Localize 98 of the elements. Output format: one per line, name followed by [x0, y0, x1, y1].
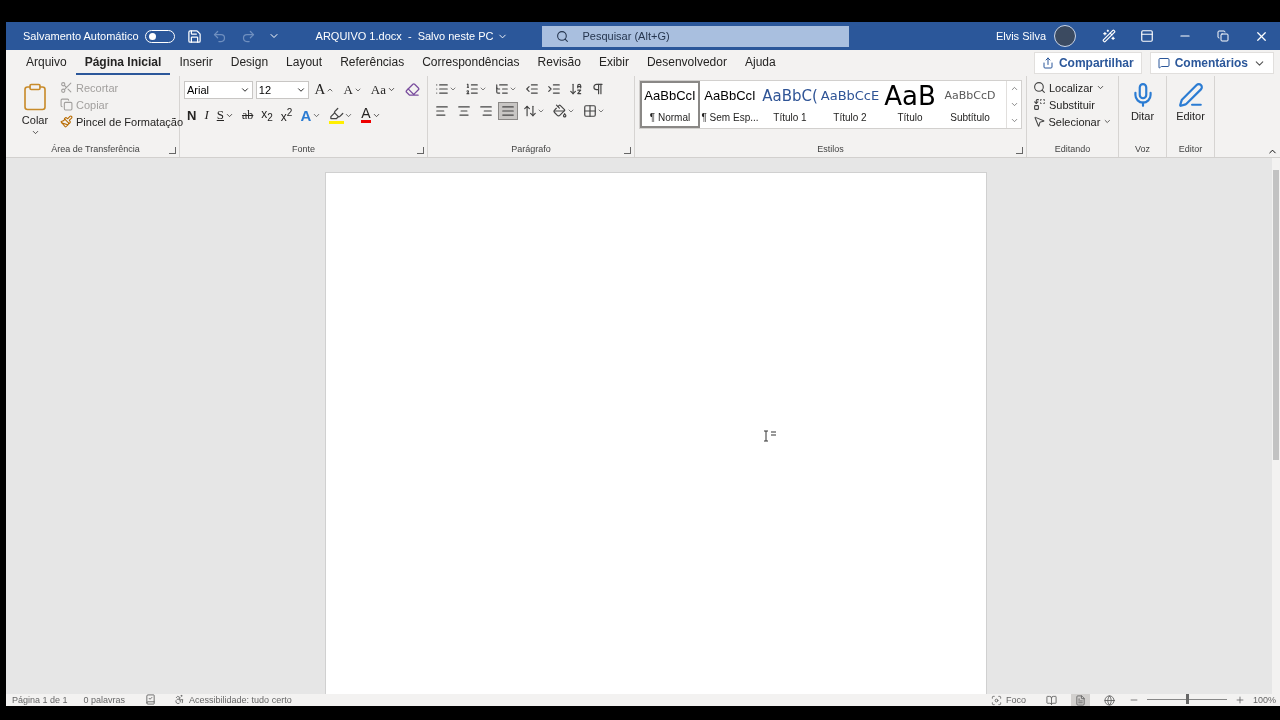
style-item[interactable]: AaBbCcI ¶ Normal — [640, 81, 700, 128]
shrink-font-button[interactable]: A — [340, 80, 365, 99]
group-title: Parágrafo — [511, 144, 551, 156]
zoom-in-icon — [1234, 695, 1245, 705]
underline-button[interactable]: S — [213, 106, 237, 124]
scissors-icon — [60, 81, 73, 94]
share-button[interactable]: Compartilhar — [1033, 52, 1142, 74]
decrease-indent-icon — [525, 82, 539, 96]
document-title[interactable]: ARQUIVO 1.docx - Salvo neste PC — [315, 30, 494, 42]
subscript-button[interactable]: x$_{2}$ — [258, 105, 276, 125]
group-title: Área de Transferência — [51, 144, 140, 156]
multilevel-list-icon — [495, 82, 509, 96]
pointer-icon — [1033, 115, 1046, 128]
group-title: Voz — [1135, 144, 1150, 156]
align-left-icon — [435, 104, 449, 118]
grow-font-button[interactable]: A — [311, 80, 338, 99]
font-size-field[interactable]: 12 — [255, 80, 309, 99]
caret-icon — [509, 85, 517, 93]
font-name-field[interactable]: Arial — [184, 80, 253, 99]
increase-indent-icon — [547, 82, 561, 96]
caret-icon — [1103, 117, 1112, 126]
paintbrush-icon — [60, 115, 73, 128]
caret-icon — [30, 128, 40, 137]
group-title: Editando — [1054, 144, 1091, 156]
ribbon-tab[interactable]: Correspondências — [413, 51, 529, 75]
font-color-button[interactable]: A — [358, 106, 384, 124]
ribbon-tab[interactable]: Ajuda — [735, 51, 785, 75]
ribbon-tab[interactable]: Exibir — [589, 51, 638, 75]
search-field[interactable]: Pesquisar (Alt+G) — [542, 25, 850, 47]
replace-icon — [1033, 98, 1046, 111]
avatar[interactable] — [1054, 25, 1076, 47]
caret-icon — [567, 107, 575, 115]
vertical-scrollbar[interactable] — [1272, 158, 1280, 694]
superscript-button[interactable]: x$^{2}$ — [277, 105, 296, 125]
find-button[interactable]: Localizar — [1031, 80, 1114, 95]
print-layout-icon[interactable] — [1070, 694, 1090, 706]
launcher-icon[interactable] — [1016, 147, 1023, 154]
save-icon[interactable] — [186, 28, 202, 44]
launcher-icon[interactable] — [417, 147, 424, 154]
page-count: Página 1 de 1 — [12, 694, 68, 706]
comments-button[interactable]: Comentários — [1149, 52, 1274, 74]
numbered-list-icon — [465, 82, 479, 96]
scrollbar-thumb[interactable] — [1273, 170, 1279, 460]
editor-button[interactable]: Editor — [1171, 80, 1210, 124]
launcher-icon[interactable] — [624, 147, 631, 154]
launcher-icon[interactable] — [169, 147, 176, 154]
ribbon-tab[interactable]: Página Inicial — [75, 51, 171, 75]
ribbon-tab[interactable]: Design — [221, 51, 278, 75]
select-button[interactable]: Selecionar — [1031, 114, 1114, 129]
text-effects-button[interactable]: A — [297, 105, 325, 125]
search-icon — [1033, 81, 1046, 94]
autosave-label: Salvamento Automático — [23, 30, 139, 42]
ribbon-tab[interactable]: Inserir — [170, 51, 222, 75]
comment-icon — [1157, 57, 1170, 69]
align-right-icon — [479, 104, 493, 118]
ribbon-tab[interactable]: Revisão — [528, 51, 590, 75]
accessibility-status[interactable]: Acessibilidade: tudo certo — [189, 694, 292, 706]
caret-icon — [479, 85, 487, 93]
replace-button[interactable]: Substituir — [1031, 97, 1114, 112]
caret-icon — [449, 85, 457, 93]
shading-icon — [553, 104, 567, 118]
zoom-level[interactable]: 100% — [1252, 694, 1276, 706]
ribbon-tab[interactable]: Arquivo — [17, 51, 76, 75]
bullet-list-icon — [435, 82, 449, 96]
group-title: Fonte — [292, 144, 315, 156]
word-count: 0 palavras — [83, 694, 126, 706]
copy-icon — [60, 98, 73, 111]
ribbon-tab[interactable]: Layout — [277, 51, 332, 75]
paste-button[interactable]: Colar — [16, 80, 54, 144]
group-title: Estilos — [817, 144, 844, 156]
justify-icon — [501, 104, 515, 118]
justify-button[interactable] — [498, 102, 518, 120]
align-center-icon — [457, 104, 471, 118]
caret-icon — [597, 107, 605, 115]
pen-icon — [1177, 82, 1204, 108]
highlighter-icon — [329, 106, 345, 124]
pilcrow-icon — [591, 82, 605, 96]
search-icon — [556, 29, 570, 43]
user-name[interactable]: Elvis Silva — [995, 30, 1046, 42]
eraser-icon — [405, 82, 420, 97]
dictate-button[interactable]: Ditar — [1123, 80, 1162, 124]
strikethrough-button[interactable]: ab — [238, 106, 257, 124]
sort-icon — [569, 82, 583, 96]
bold-button[interactable]: N — [184, 106, 200, 124]
caret-icon — [387, 85, 396, 94]
borders-icon — [583, 104, 597, 118]
group-title: Editor — [1178, 144, 1203, 156]
text-cursor-icon — [763, 430, 777, 442]
caret-icon — [1096, 83, 1106, 92]
line-spacing-icon — [523, 104, 537, 118]
ribbon-tab[interactable]: Referências — [331, 51, 414, 75]
focus-button[interactable]: Foco — [1005, 694, 1026, 706]
italic-button[interactable]: I — [201, 106, 212, 124]
change-case-button[interactable]: Aa — [367, 80, 399, 99]
share-icon — [1041, 57, 1054, 69]
painter-button[interactable]: Pincel de Formatação — [58, 114, 185, 129]
ribbon-tab[interactable]: Desenvolvedor — [637, 51, 736, 75]
caret-icon — [537, 107, 545, 115]
